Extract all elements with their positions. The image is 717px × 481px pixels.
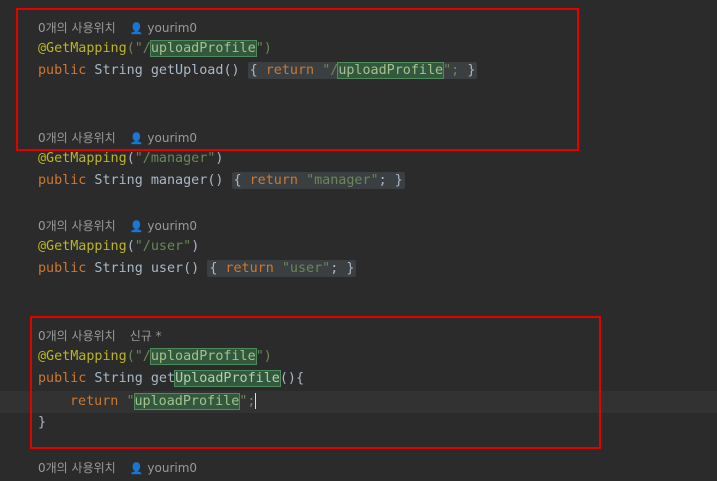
author-name[interactable]: yourim0 <box>147 461 197 475</box>
method-line[interactable]: public String user() { return "user"; } <box>38 258 357 280</box>
return-type: String <box>86 261 151 276</box>
annotation: @GetMapping <box>38 151 127 166</box>
brace: } <box>394 173 403 188</box>
person-icon: 👤 <box>129 220 144 233</box>
string: "/manager" <box>134 151 216 166</box>
method-line[interactable]: public String manager() { return "manage… <box>38 170 405 192</box>
keyword: public <box>38 261 87 276</box>
brace: } <box>346 261 355 276</box>
parens: () <box>183 261 200 276</box>
method-name: manager <box>150 173 208 188</box>
paren: ) <box>191 239 200 254</box>
string: "/user" <box>134 239 192 254</box>
folded-body[interactable]: { return "user"; } <box>207 260 357 277</box>
return-type: String <box>86 173 151 188</box>
red-highlight-box <box>30 316 601 449</box>
keyword: return <box>241 173 307 188</box>
author-name[interactable]: yourim0 <box>147 219 197 233</box>
keyword: public <box>38 173 87 188</box>
parens: () <box>207 173 224 188</box>
paren: ) <box>215 151 224 166</box>
keyword: return <box>217 261 282 276</box>
annotation: @GetMapping <box>38 239 127 254</box>
folded-body[interactable]: { return "manager"; } <box>231 172 405 189</box>
paren: ( <box>126 151 135 166</box>
string: "manager" <box>306 173 379 188</box>
usage-count[interactable]: 0개의 사용위치 <box>38 461 116 475</box>
brace: { <box>233 173 242 188</box>
annotation-line[interactable]: @GetMapping("/user") <box>38 236 199 258</box>
string: "user" <box>281 261 331 276</box>
paren: ( <box>126 239 135 254</box>
usage-count[interactable]: 0개의 사용위치 <box>38 219 116 233</box>
usage-hint[interactable]: 0개의 사용위치 👤 yourim0 <box>38 215 197 237</box>
annotation-line[interactable]: @GetMapping("/manager") <box>38 148 223 170</box>
person-icon: 👤 <box>129 462 144 475</box>
method-name: user <box>150 261 184 276</box>
usage-hint[interactable]: 0개의 사용위치 👤 yourim0 <box>38 457 197 479</box>
semicolon: ; <box>378 173 387 188</box>
red-highlight-box <box>16 8 579 151</box>
